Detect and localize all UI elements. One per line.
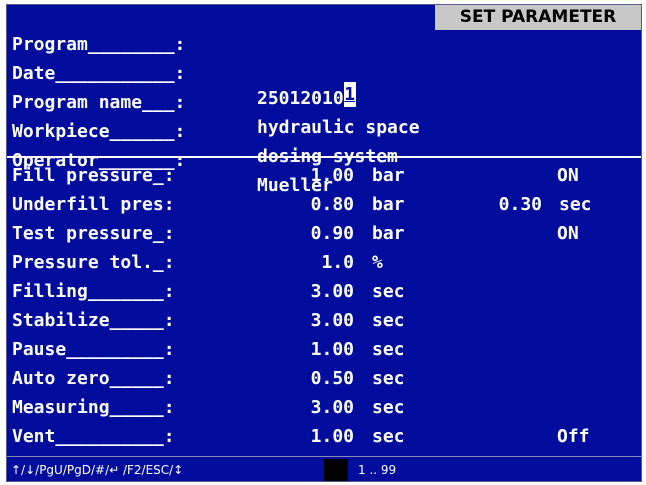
parameter-row[interactable]: Pressure tol._: 1.0%	[7, 250, 641, 275]
parameter-row[interactable]: Stabilize_____: 3.00 sec	[7, 308, 641, 333]
param-unit: sec	[372, 426, 405, 447]
set-parameter-panel: SET PARAMETER Program________: 1 Date___…	[6, 4, 642, 482]
input-indicator	[324, 459, 348, 481]
param-label: Auto zero_____:	[12, 368, 175, 389]
param-value[interactable]: 1.0	[286, 250, 354, 275]
param-value[interactable]: 0.80	[286, 192, 354, 217]
param-extra-unit: sec	[559, 194, 592, 215]
param-value[interactable]: 0.50	[286, 366, 354, 391]
param-status: ON	[557, 165, 579, 186]
parameter-row[interactable]: Measuring_____: 3.00 sec	[7, 395, 641, 420]
param-value[interactable]: 3.00	[286, 279, 354, 304]
param-value[interactable]: 3.00	[286, 308, 354, 333]
header-row-operator: Operator_______: Mueller	[7, 123, 641, 196]
param-value[interactable]: 1.00	[286, 424, 354, 449]
parameter-row[interactable]: Auto zero_____: 0.50 sec	[7, 366, 641, 391]
param-value[interactable]: 1.00	[286, 337, 354, 362]
param-unit: sec	[372, 368, 405, 389]
value-range: 1 .. 99	[358, 463, 397, 477]
param-label: Pause_________:	[12, 339, 175, 360]
param-label: Vent__________:	[12, 426, 175, 447]
param-label: Pressure tol._:	[12, 252, 175, 273]
param-unit: sec	[372, 339, 405, 360]
param-label: Test pressure_:	[12, 223, 175, 244]
param-unit: bar	[372, 165, 405, 186]
parameter-row[interactable]: Filling_______: 3.00 sec	[7, 279, 641, 304]
parameter-row[interactable]: Underfill pres: 0.80 bar 0.30 sec	[7, 192, 641, 217]
param-label: Filling_______:	[12, 281, 175, 302]
param-unit: sec	[372, 397, 405, 418]
param-status: Off	[557, 426, 590, 447]
parameter-row[interactable]: Test pressure_: 0.90 bar ON	[7, 221, 641, 246]
parameter-row[interactable]: Fill pressure_: 1.00 bar ON	[7, 163, 641, 188]
param-unit: bar	[372, 223, 405, 244]
param-status: ON	[557, 223, 579, 244]
param-unit: sec	[372, 310, 405, 331]
header-row-workpiece: Workpiece______: dosing system	[7, 94, 641, 167]
param-extra-value: 0.30	[498, 194, 542, 215]
param-unit: %	[372, 252, 383, 273]
parameter-row[interactable]: Vent__________: 1.00 sec Off	[7, 424, 641, 449]
param-value[interactable]: 1.00	[286, 163, 354, 188]
header-row-program[interactable]: Program________: 1	[7, 7, 641, 107]
param-unit: sec	[372, 281, 405, 302]
terminal-screen: SET PARAMETER Program________: 1 Date___…	[0, 0, 646, 485]
param-unit: bar	[372, 194, 405, 215]
status-bar: ↑/↓/PgU/PgD/#/↵ /F2/ESC/↕ 1 .. 99	[7, 456, 641, 481]
header-row-date: Date___________: 25012010	[7, 36, 641, 109]
section-divider	[7, 156, 641, 158]
parameter-row[interactable]: Pause_________: 1.00 sec	[7, 337, 641, 362]
param-value[interactable]: 3.00	[286, 395, 354, 420]
key-hints: ↑/↓/PgU/PgD/#/↵ /F2/ESC/↕	[11, 463, 184, 477]
header-row-program-name: Program name___: hydraulic space	[7, 65, 641, 138]
param-value[interactable]: 0.90	[286, 221, 354, 246]
param-label: Measuring_____:	[12, 397, 175, 418]
param-label: Stabilize_____:	[12, 310, 175, 331]
param-label: Fill pressure_:	[12, 165, 175, 186]
param-label: Underfill pres:	[12, 194, 175, 215]
